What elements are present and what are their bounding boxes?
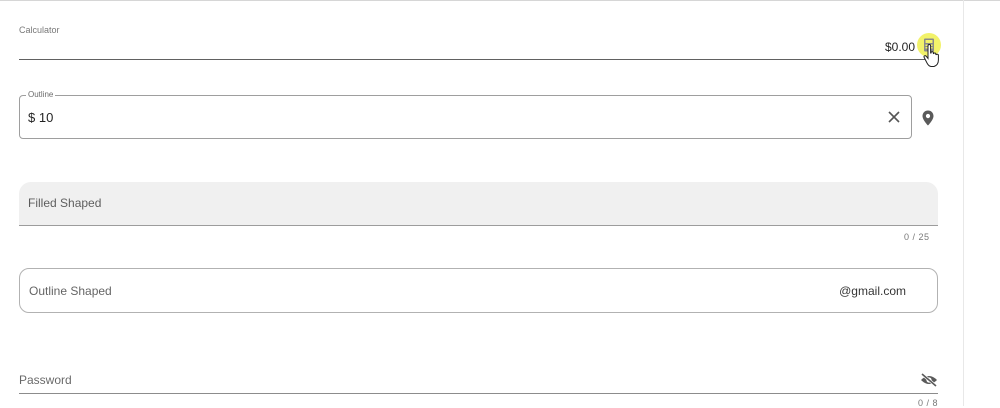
filled-shaped-field[interactable]: Filled Shaped bbox=[19, 182, 938, 226]
map-marker-icon[interactable] bbox=[921, 110, 935, 126]
calculator-label: Calculator bbox=[19, 25, 60, 35]
eye-off-icon[interactable] bbox=[920, 373, 938, 387]
password-counter: 0 / 8 bbox=[918, 398, 939, 408]
calculator-value[interactable]: $0.00 bbox=[885, 40, 915, 54]
hand-cursor-icon bbox=[923, 44, 939, 67]
outline-shaped-field[interactable]: Outline Shaped @gmail.com bbox=[19, 268, 938, 313]
outline-value[interactable]: $ 10 bbox=[28, 110, 53, 125]
password-label: Password bbox=[19, 373, 72, 387]
outline-shaped-label: Outline Shaped bbox=[29, 284, 112, 298]
right-divider bbox=[963, 0, 964, 406]
filled-shaped-label: Filled Shaped bbox=[28, 196, 102, 210]
outline-label: Outline bbox=[26, 90, 56, 99]
email-suffix: @gmail.com bbox=[839, 284, 906, 298]
outline-field[interactable]: Outline $ 10 bbox=[19, 90, 912, 139]
top-divider bbox=[0, 0, 1000, 1]
close-icon[interactable] bbox=[887, 110, 901, 124]
calculator-field[interactable]: Calculator $0.00 bbox=[19, 22, 941, 60]
password-field[interactable]: Password bbox=[19, 366, 938, 394]
calculator-underline bbox=[19, 59, 938, 60]
password-underline bbox=[19, 393, 938, 394]
filled-shaped-counter: 0 / 25 bbox=[904, 232, 930, 242]
